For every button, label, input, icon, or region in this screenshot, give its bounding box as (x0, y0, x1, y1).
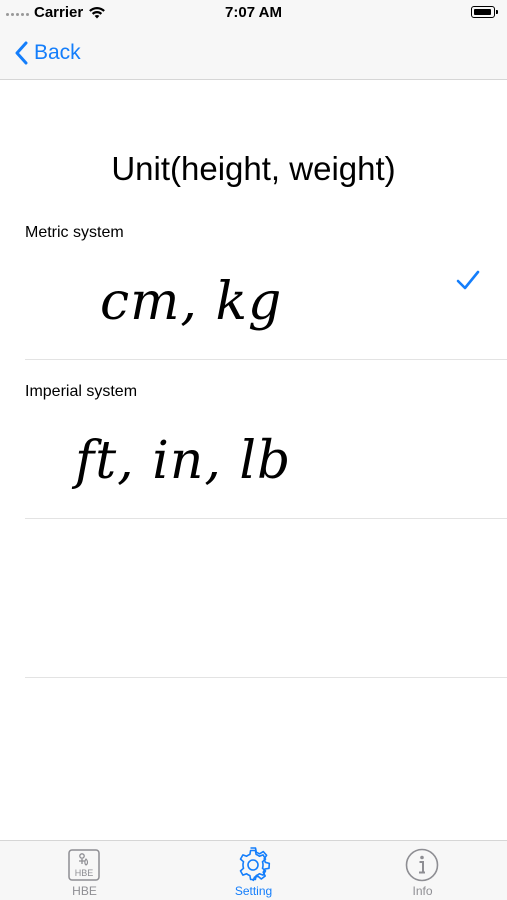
option-value-imperial: ft, in, lb (75, 431, 292, 491)
info-icon (405, 848, 439, 882)
navigation-bar: Back (0, 28, 507, 80)
tab-label-hbe: HBE (72, 884, 97, 898)
tab-bar: HBE HBE Setting Info (0, 840, 507, 900)
option-row-imperial[interactable]: Imperial system ft, in, lb (0, 379, 507, 518)
option-label-imperial: Imperial system (25, 383, 138, 400)
back-button[interactable]: Back (14, 38, 81, 68)
checkmark-icon (456, 270, 480, 290)
tab-label-setting: Setting (234, 884, 273, 898)
option-label-metric: Metric system (25, 224, 124, 241)
option-value-metric: cm, kg (100, 272, 283, 332)
chevron-left-icon (15, 41, 28, 65)
hbe-logo-icon: HBE (68, 849, 100, 881)
divider (25, 677, 507, 678)
page-title: Unit(height, weight) (111, 150, 396, 187)
screen: Carrier 7:07 AM Back Unit(height, weight… (0, 0, 507, 900)
tab-info[interactable]: Info (338, 841, 507, 900)
tab-label-info: Info (412, 884, 433, 898)
svg-text:HBE: HBE (75, 868, 94, 878)
battery-icon (471, 6, 498, 18)
tab-setting[interactable]: Setting (169, 841, 338, 900)
status-bar: Carrier 7:07 AM (0, 0, 507, 28)
clock: 7:07 AM (225, 4, 282, 21)
back-button-label: Back (34, 41, 81, 64)
option-row-metric[interactable]: Metric system cm, kg (0, 220, 507, 359)
divider (25, 518, 507, 519)
divider (25, 359, 507, 360)
gear-icon (239, 847, 271, 882)
tab-hbe[interactable]: HBE HBE (0, 841, 169, 900)
